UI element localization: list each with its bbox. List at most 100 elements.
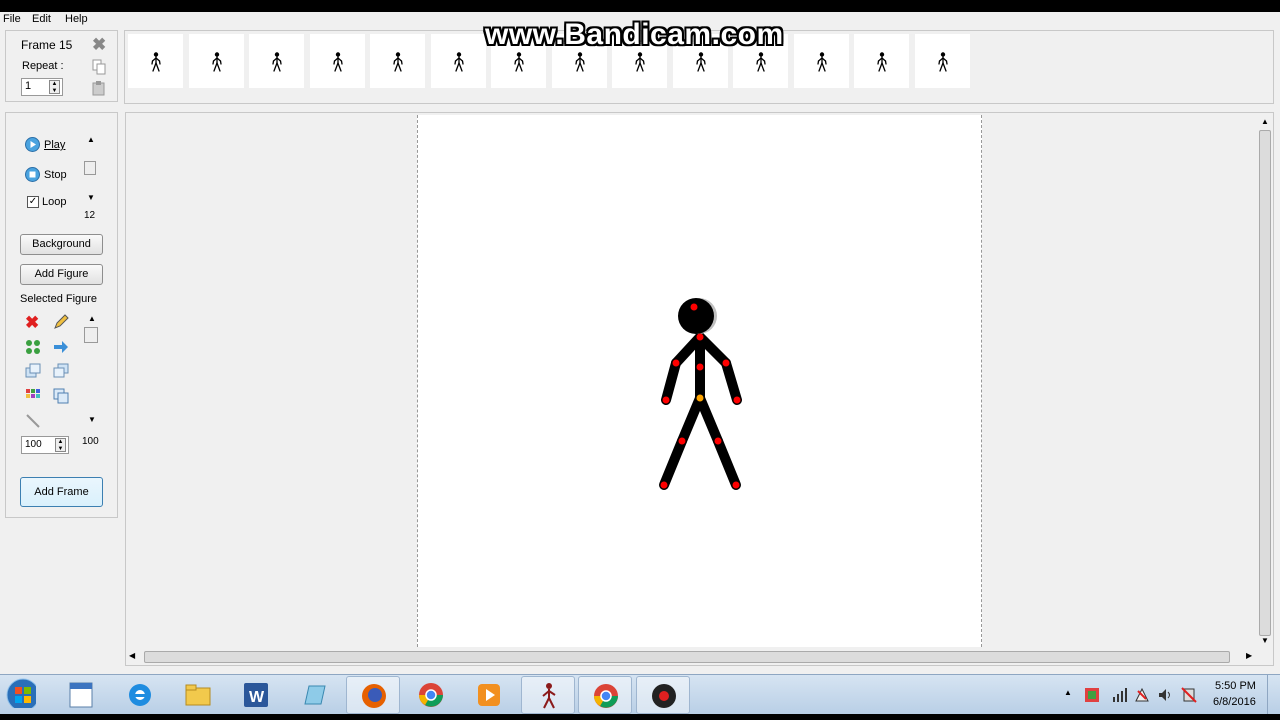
loop-checkbox[interactable]: ✓: [27, 196, 39, 208]
fps-up-arrow[interactable]: ▲: [87, 135, 95, 144]
joint-head[interactable]: [690, 303, 698, 311]
bandicam-task[interactable]: [636, 676, 690, 714]
frame-thumbnail[interactable]: [370, 34, 425, 88]
joint-chest[interactable]: [696, 363, 704, 371]
menu-file[interactable]: File: [3, 13, 21, 25]
frame-thumbnail-figure: [816, 52, 827, 72]
network-icon[interactable]: [1112, 687, 1128, 703]
move-figure-icon[interactable]: [53, 339, 69, 355]
internet-explorer-icon[interactable]: [125, 680, 155, 710]
frame-thumbnail[interactable]: [128, 34, 183, 88]
file-explorer-icon[interactable]: [183, 680, 213, 710]
horizontal-scroll-thumb[interactable]: [144, 651, 1230, 663]
fps-down-arrow[interactable]: ▼: [87, 193, 95, 202]
word-icon[interactable]: W: [241, 680, 271, 710]
duplicate-figure-icon[interactable]: [53, 388, 69, 404]
volume-icon[interactable]: [1157, 687, 1173, 703]
scale-figure-icon[interactable]: [25, 413, 41, 429]
firefox-task[interactable]: [346, 676, 400, 714]
bring-forward-icon[interactable]: [25, 363, 41, 379]
menu-help[interactable]: Help: [65, 13, 88, 25]
joint-foot-left[interactable]: [660, 481, 668, 489]
joint-knee-left[interactable]: [678, 437, 686, 445]
bandicam-watermark: www.Bandicam.com: [485, 18, 784, 51]
frame-thumbnail[interactable]: [430, 34, 486, 88]
show-hidden-icons[interactable]: ▲: [1064, 688, 1072, 697]
play-button[interactable]: Play: [44, 139, 65, 151]
scale-stepper[interactable]: 100 ▲ ▼: [21, 436, 69, 454]
notes-app-icon[interactable]: [299, 680, 329, 710]
stop-button[interactable]: Stop: [44, 169, 67, 181]
joint-neck[interactable]: [696, 333, 704, 341]
frame-thumbnail[interactable]: [854, 34, 909, 88]
pivot-animator-task[interactable]: [521, 676, 575, 714]
clock-time[interactable]: 5:50 PM: [1215, 680, 1256, 692]
frame-thumbnail[interactable]: [309, 34, 365, 88]
edit-figure-icon[interactable]: [53, 314, 69, 330]
windows-taskbar: W ▲ 5:50 PM 6/8/2016: [0, 674, 1280, 715]
figure-lower-arm-left[interactable]: [661, 358, 681, 405]
figure-scroll-down[interactable]: ▼: [88, 415, 96, 424]
stage-canvas[interactable]: [417, 115, 982, 647]
figure-lower-leg-right[interactable]: [713, 436, 741, 490]
frame-thumbnail-figure: [453, 52, 464, 72]
play-icon[interactable]: [25, 137, 40, 152]
repeat-spinner[interactable]: ▲ ▼: [49, 80, 60, 94]
figure-lower-arm-right[interactable]: [721, 358, 742, 405]
frame-thumbnail-figure: [211, 52, 222, 72]
fps-slider-thumb[interactable]: [84, 161, 96, 175]
figure-scroll-up[interactable]: ▲: [88, 314, 96, 323]
frame-thumbnail-figure: [695, 52, 706, 72]
joint-hand-left[interactable]: [662, 396, 670, 404]
figure-scroll-thumb[interactable]: [84, 327, 98, 343]
vertical-scrollbar[interactable]: ▲ ▼: [1257, 115, 1273, 649]
repeat-value: 1: [25, 80, 32, 92]
media-player-icon[interactable]: [474, 680, 504, 710]
joint-center[interactable]: [696, 394, 704, 402]
scroll-right-arrow: ▶: [1246, 651, 1253, 660]
copy-frame-icon[interactable]: [92, 59, 106, 75]
figure-head[interactable]: [678, 298, 714, 334]
joint-elbow-left[interactable]: [672, 359, 680, 367]
add-figure-button[interactable]: Add Figure: [20, 264, 103, 285]
paste-frame-icon[interactable]: [92, 81, 106, 97]
frame-thumbnail-figure: [937, 52, 948, 72]
chrome-task[interactable]: [578, 676, 632, 714]
clock-date[interactable]: 6/8/2016: [1213, 696, 1256, 708]
menu-edit[interactable]: Edit: [32, 13, 51, 25]
horizontal-scrollbar[interactable]: ◀ ▶: [126, 649, 1257, 665]
joint-elbow-right[interactable]: [722, 359, 730, 367]
frame-thumbnail[interactable]: [914, 34, 970, 88]
document-app-icon[interactable]: [66, 680, 96, 710]
flip-figure-icon[interactable]: [25, 339, 41, 355]
send-backward-icon[interactable]: [53, 363, 69, 379]
vertical-scroll-thumb[interactable]: [1259, 130, 1271, 636]
tray-app-icon[interactable]: [1084, 687, 1100, 703]
scale-spinner[interactable]: ▲ ▼: [55, 438, 66, 452]
scroll-left-arrow: ◀: [129, 651, 136, 660]
joint-foot-right[interactable]: [732, 481, 740, 489]
action-center-icon[interactable]: [1134, 687, 1150, 703]
stick-figure[interactable]: [418, 115, 981, 647]
repeat-stepper[interactable]: 1 ▲ ▼: [21, 78, 63, 96]
frame-thumbnail[interactable]: [188, 34, 244, 88]
figure-lower-leg-left[interactable]: [659, 436, 687, 490]
tool-panel: Play Stop ✓ Loop ▲ ▼ 12 Background Add F…: [5, 112, 118, 518]
joint-hand-right[interactable]: [733, 396, 741, 404]
color-figure-icon[interactable]: [25, 388, 41, 404]
figure-upper-leg-right[interactable]: [695, 393, 723, 446]
start-button-icon[interactable]: [6, 678, 36, 708]
show-desktop-button[interactable]: [1267, 675, 1280, 715]
delete-figure-icon[interactable]: ✖: [25, 313, 39, 333]
chrome-icon[interactable]: [416, 680, 446, 710]
scroll-up-arrow: ▲: [1261, 117, 1269, 126]
joint-knee-right[interactable]: [714, 437, 722, 445]
stop-icon[interactable]: [25, 167, 40, 182]
background-button[interactable]: Background: [20, 234, 103, 255]
add-frame-button[interactable]: Add Frame: [20, 477, 103, 507]
frame-thumbnail[interactable]: [249, 34, 304, 88]
delete-frame-icon[interactable]: ✖: [92, 35, 106, 55]
frame-thumbnail[interactable]: [793, 34, 849, 88]
power-icon[interactable]: [1181, 687, 1197, 703]
selected-figure-label: Selected Figure: [20, 293, 98, 305]
